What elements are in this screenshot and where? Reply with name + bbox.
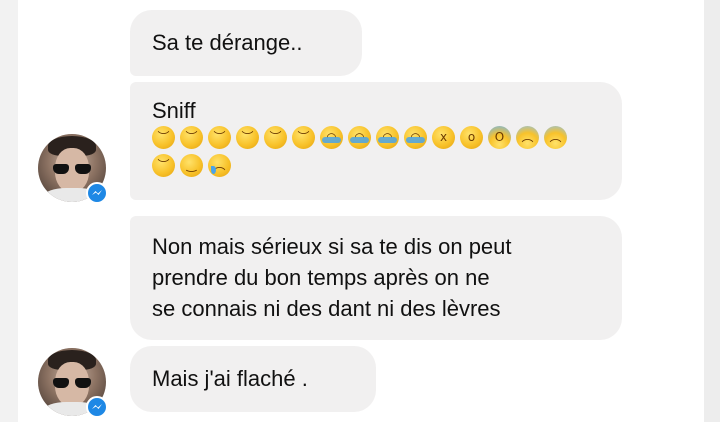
- disappointed-face-icon: ︶: [208, 126, 231, 149]
- messenger-icon: [86, 182, 108, 204]
- anxious-face-with-sweat-icon: ︵: [544, 126, 567, 149]
- crying-face-icon: ︵: [208, 154, 231, 177]
- loudly-crying-face-icon: ◠: [404, 126, 427, 149]
- disappointed-face-icon: ︶: [236, 126, 259, 149]
- sunglasses-icon: [53, 378, 91, 388]
- disappointed-face-icon: ︶: [152, 126, 175, 149]
- screen-edge-right: [704, 0, 720, 422]
- disappointed-face-icon: ︶: [292, 126, 315, 149]
- astonished-face-icon: o: [460, 126, 483, 149]
- messenger-icon: [86, 396, 108, 418]
- message-text-line: Non mais sérieux si sa te dis on peut: [152, 234, 512, 259]
- screaming-in-fear-face-icon: O: [488, 126, 511, 149]
- message-text: Mais j'ai flaché .: [152, 366, 308, 391]
- disappointed-face-icon: ︶: [180, 126, 203, 149]
- message-text-line: se connais ni des dant ni des lèvres: [152, 296, 501, 321]
- downcast-face-with-sweat-icon: ︶: [152, 154, 175, 177]
- sleepy-face-icon: ‿: [180, 154, 203, 177]
- anxious-face-with-sweat-icon: ︵: [516, 126, 539, 149]
- chat-thread: Sa te dérange.. Sniff ︶ ︶ ︶ ︶ ︶ ︶ ◠ ◠ ◠ ◠ x o O ︵ ︵ ︶ ‿…: [0, 0, 720, 422]
- loudly-crying-face-icon: ◠: [320, 126, 343, 149]
- message-bubble[interactable]: Non mais sérieux si sa te dis on peut pr…: [130, 216, 622, 340]
- message-bubble[interactable]: Sa te dérange..: [130, 10, 362, 76]
- disappointed-face-icon: ︶: [264, 126, 287, 149]
- message-text: Sniff: [152, 98, 196, 123]
- message-bubble[interactable]: Mais j'ai flaché .: [130, 346, 376, 412]
- screen-edge-left: [0, 0, 18, 422]
- sunglasses-icon: [53, 164, 91, 174]
- loudly-crying-face-icon: ◠: [376, 126, 399, 149]
- emoji-sequence: ︶ ︶ ︶ ︶ ︶ ︶ ◠ ◠ ◠ ◠ x o O ︵ ︵ ︶ ‿ ︵: [152, 126, 612, 182]
- dizzy-face-icon: x: [432, 126, 455, 149]
- message-text: Sa te dérange..: [152, 30, 303, 55]
- message-text-line: prendre du bon temps après on ne: [152, 265, 490, 290]
- loudly-crying-face-icon: ◠: [348, 126, 371, 149]
- message-bubble[interactable]: Sniff ︶ ︶ ︶ ︶ ︶ ︶ ◠ ◠ ◠ ◠ x o O ︵ ︵ ︶ ‿ ︵: [130, 82, 622, 200]
